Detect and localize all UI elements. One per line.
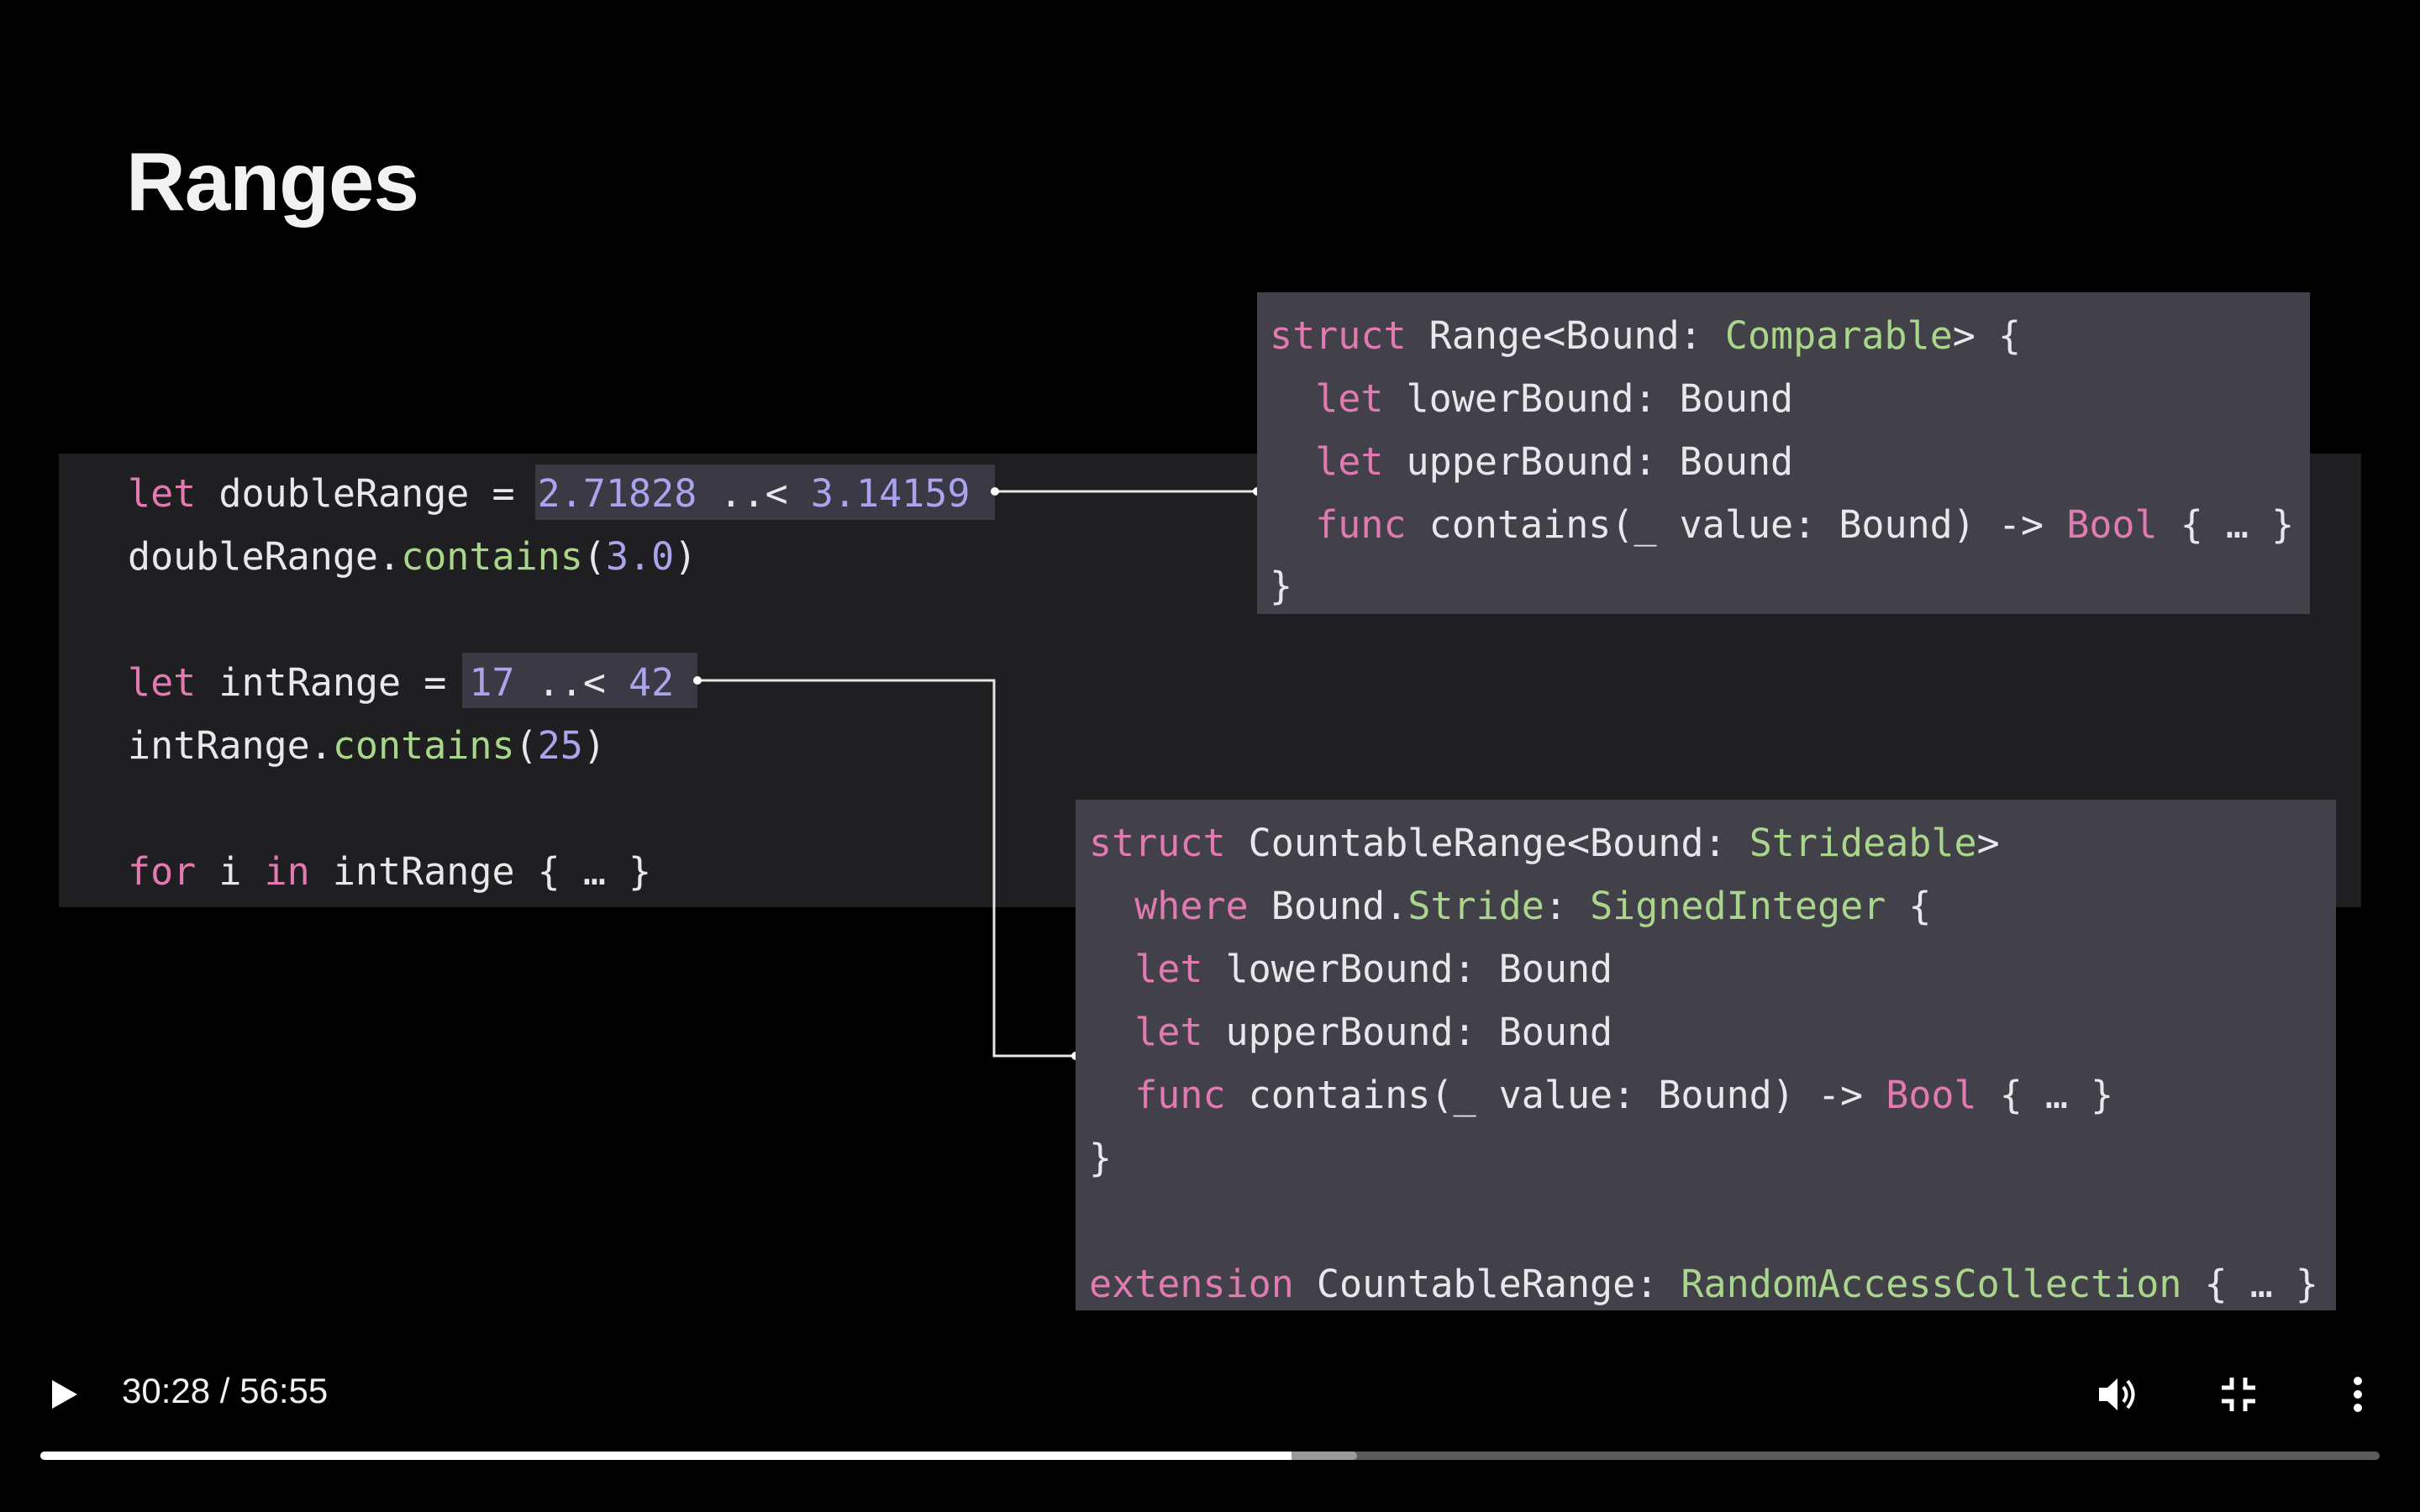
countable-line-7: extension CountableRange: RandomAccessCo… xyxy=(1089,1262,2319,1306)
current-time: 30:28 xyxy=(122,1371,211,1410)
play-icon xyxy=(52,1380,77,1409)
countable-line-5: func contains(_ value: Bound) -> Bool { … xyxy=(1134,1073,2114,1117)
range-line-3: let upperBound: Bound xyxy=(1315,439,1794,484)
volume-button[interactable] xyxy=(2092,1369,2143,1420)
more-options-button[interactable] xyxy=(2333,1369,2383,1420)
play-button[interactable] xyxy=(44,1373,82,1415)
more-options-icon xyxy=(2354,1377,2362,1412)
duration: 56:55 xyxy=(239,1371,329,1410)
range-line-1: struct Range<Bound: Comparable> { xyxy=(1270,313,2022,358)
range-line-4: func contains(_ value: Bound) -> Bool { … xyxy=(1315,502,2295,547)
time-display: 30:28 / 56:55 xyxy=(122,1371,328,1411)
volume-icon xyxy=(2099,1378,2135,1410)
countable-line-6: } xyxy=(1089,1136,1113,1180)
progress-played xyxy=(40,1452,1292,1460)
exit-fullscreen-icon xyxy=(2222,1378,2255,1411)
countable-line-4: let upperBound: Bound xyxy=(1134,1010,1613,1054)
time-separator: / xyxy=(210,1371,240,1410)
connector-countable xyxy=(697,679,1076,1058)
countable-line-1: struct CountableRange<Bound: Strideable> xyxy=(1089,821,2000,865)
range-line-2: let lowerBound: Bound xyxy=(1315,376,1794,421)
range-line-5: } xyxy=(1270,564,1293,608)
player-controls: 30:28 / 56:55 xyxy=(0,1327,2420,1512)
video-frame[interactable]: Ranges let doubleRange = 2.71828 ..< 3.1… xyxy=(0,0,2420,1310)
countable-line-2: where Bound.Stride: SignedInteger { xyxy=(1134,884,1932,928)
countable-line-3: let lowerBound: Bound xyxy=(1134,947,1613,991)
exit-fullscreen-button[interactable] xyxy=(2213,1369,2264,1420)
progress-bar[interactable] xyxy=(40,1452,2380,1460)
